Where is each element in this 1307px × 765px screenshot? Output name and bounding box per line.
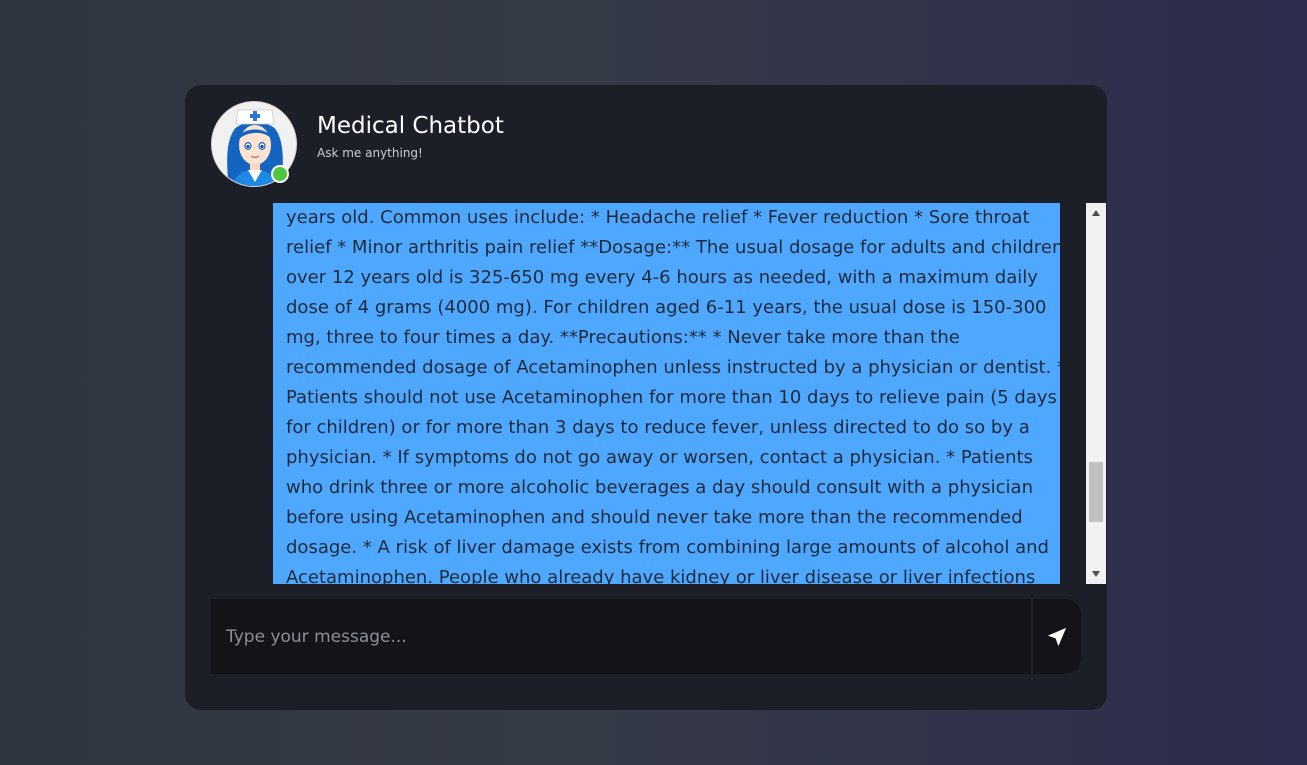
message-line: Acetaminophen. People who already have k… [286, 567, 1036, 584]
scrollbar-thumb[interactable] [1089, 462, 1103, 522]
online-status-indicator [271, 165, 289, 183]
bot-message-text: years old. Common uses include: * Headac… [273, 203, 1060, 584]
message-line: for children) or for more than 3 days to… [286, 417, 1030, 438]
message-list[interactable]: years old. Common uses include: * Headac… [211, 203, 1106, 584]
message-scrollbar[interactable] [1086, 203, 1106, 584]
message-line: Patients should not use Acetaminophen fo… [286, 387, 1057, 408]
message-line: recommended dosage of Acetaminophen unle… [286, 357, 1060, 378]
chatbot-title: Medical Chatbot [317, 113, 504, 139]
message-line: who drink three or more alcoholic bevera… [286, 477, 1033, 498]
message-line: mg, three to four times a day. **Precaut… [286, 327, 960, 348]
message-line: relief * Minor arthritis pain relief **D… [286, 237, 1060, 258]
scroll-up-arrow-icon[interactable] [1086, 203, 1106, 223]
send-icon [1047, 627, 1067, 646]
message-line: physician. * If symptoms do not go away … [286, 447, 1033, 468]
message-line: dose of 4 grams (4000 mg). For children … [286, 297, 1047, 318]
send-button[interactable] [1033, 599, 1081, 674]
message-line: dosage. * A risk of liver damage exists … [286, 537, 1049, 558]
message-line: before using Acetaminophen and should ne… [286, 507, 1023, 528]
message-line: over 12 years old is 325-650 mg every 4-… [286, 267, 1038, 288]
chat-window: Medical Chatbot Ask me anything! years o… [185, 85, 1107, 710]
message-composer [211, 599, 1081, 674]
bot-message-bubble: years old. Common uses include: * Headac… [273, 203, 1060, 584]
message-line: years old. Common uses include: * Headac… [286, 207, 1030, 228]
scroll-down-arrow-icon[interactable] [1086, 564, 1106, 584]
message-input[interactable] [211, 599, 1031, 674]
chatbot-subtitle: Ask me anything! [317, 146, 423, 160]
